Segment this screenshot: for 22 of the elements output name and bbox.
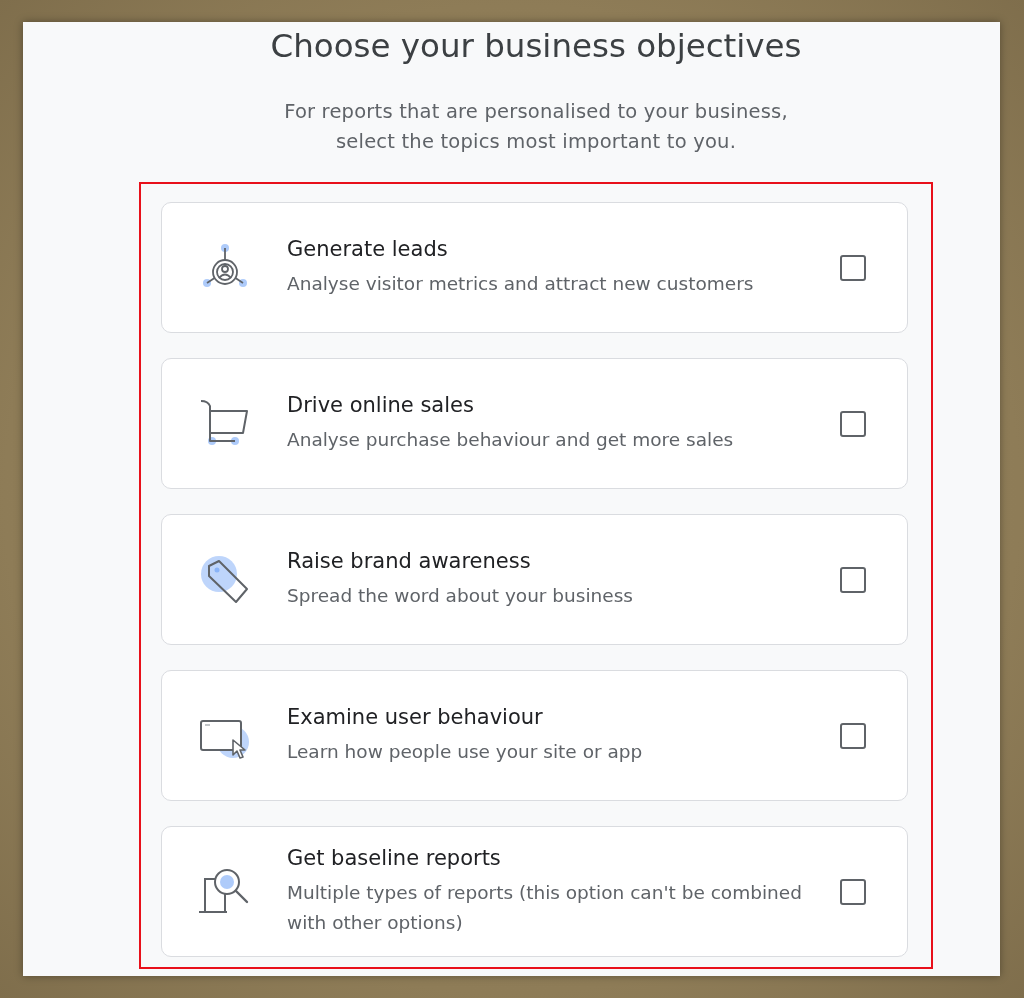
objective-card[interactable]: Examine user behaviour Learn how people use your site or app — [161, 670, 908, 801]
objective-checkbox[interactable] — [840, 566, 866, 593]
objective-title: Generate leads — [287, 236, 449, 262]
objective-checkbox[interactable] — [840, 254, 866, 281]
objective-description: Multiple types of reports (this option can't be combined with other options) — [287, 881, 803, 935]
objective-title: Drive online sales — [287, 392, 475, 418]
objective-card[interactable]: Generate leads Analyse visitor metrics and attract new customers — [161, 202, 908, 333]
objective-description: Learn how people use your site or app — [287, 740, 644, 764]
page-subtitle: For reports that are personalised to your business, select the topics most important to you. — [284, 99, 788, 155]
objective-title: Examine user behaviour — [287, 704, 544, 730]
objective-card[interactable]: Drive online sales Analyse purchase behaviour and get more sales — [161, 358, 908, 489]
objective-checkbox[interactable] — [840, 410, 866, 437]
objective-title: Raise brand awareness — [287, 548, 532, 574]
objective-checkbox[interactable] — [840, 878, 866, 905]
objective-description: Spread the word about your business — [287, 584, 634, 608]
objective-card[interactable]: Get baseline reports Multiple types of reports (this option can't be combined with other options) — [161, 826, 908, 957]
objective-card[interactable]: Raise brand awareness Spread the word about your business — [161, 514, 908, 645]
page-title: Choose your business objectives — [270, 26, 802, 66]
objective-title: Get baseline reports — [287, 845, 502, 871]
objective-checkbox[interactable] — [840, 722, 866, 749]
objective-description: Analyse visitor metrics and attract new customers — [287, 272, 755, 296]
objective-description: Analyse purchase behaviour and get more sales — [287, 428, 735, 452]
